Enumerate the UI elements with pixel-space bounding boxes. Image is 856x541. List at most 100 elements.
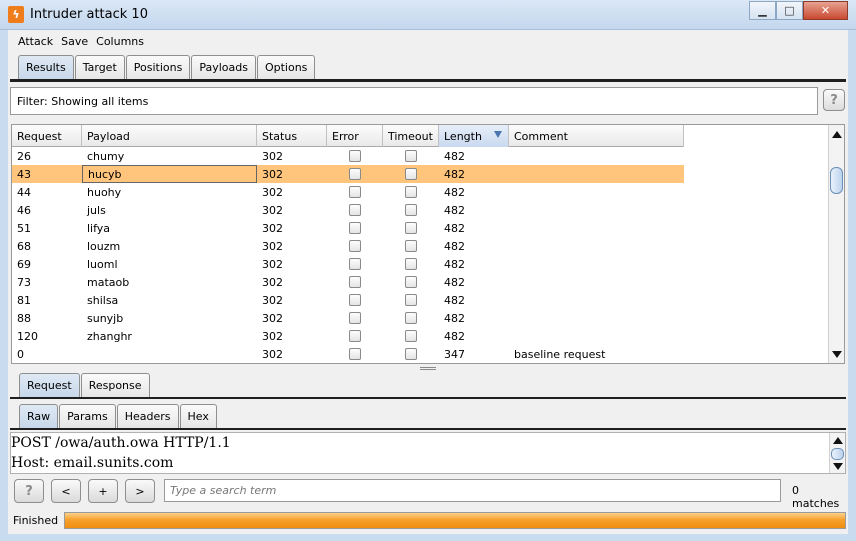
minimize-button[interactable]: ▁ [749, 1, 776, 20]
help-icon: ? [830, 92, 838, 108]
tab-target[interactable]: Target [74, 55, 125, 79]
timeout-checkbox[interactable] [405, 222, 417, 234]
cell-request: 51 [17, 221, 31, 235]
table-row[interactable]: 81 shilsa 302 482 [12, 291, 684, 309]
table-scrollbar[interactable] [828, 125, 844, 363]
close-button[interactable]: ✕ [803, 1, 848, 20]
column-timeout[interactable]: Timeout [383, 125, 439, 147]
cell-timeout [383, 309, 439, 327]
scroll-thumb[interactable] [831, 448, 844, 460]
cell-payload: zhanghr [87, 329, 132, 343]
tab-payloads[interactable]: Payloads [191, 55, 256, 79]
timeout-checkbox[interactable] [405, 348, 417, 360]
cell-payload: chumy [87, 149, 125, 163]
timeout-checkbox[interactable] [405, 240, 417, 252]
error-checkbox[interactable] [349, 276, 361, 288]
table-row[interactable]: 51 lifya 302 482 [12, 219, 684, 237]
search-previous-button[interactable]: < [51, 479, 81, 503]
menu-save[interactable]: Save [57, 35, 92, 48]
table-row[interactable]: 68 louzm 302 482 [12, 237, 684, 255]
filter-help-button[interactable]: ? [823, 89, 845, 111]
scroll-up-icon[interactable] [833, 437, 843, 444]
column-length[interactable]: Length [439, 125, 509, 147]
column-status[interactable]: Status [257, 125, 327, 147]
raw-request-editor[interactable]: POST /owa/auth.owa HTTP/1.1 Host: email.… [10, 432, 846, 474]
tab-results[interactable]: Results [18, 55, 74, 79]
table-row[interactable]: 26 chumy 302 482 [12, 147, 684, 165]
splitter-grip-icon[interactable] [420, 367, 436, 370]
error-checkbox[interactable] [349, 312, 361, 324]
column-error[interactable]: Error [327, 125, 383, 147]
minimize-icon: ▁ [758, 4, 767, 17]
timeout-checkbox[interactable] [405, 168, 417, 180]
error-checkbox[interactable] [349, 294, 361, 306]
pane-splitter[interactable] [8, 366, 848, 371]
cell-comment [509, 327, 684, 345]
cell-length: 482 [444, 311, 465, 325]
tab-positions[interactable]: Positions [125, 55, 191, 79]
tab-params[interactable]: Params [59, 404, 116, 428]
error-checkbox[interactable] [349, 348, 361, 360]
timeout-checkbox[interactable] [405, 204, 417, 216]
results-table[interactable]: Request Payload Status Error Timeout Len… [11, 124, 845, 364]
error-checkbox[interactable] [349, 222, 361, 234]
error-checkbox[interactable] [349, 258, 361, 270]
cell-payload: juls [87, 203, 106, 217]
table-row[interactable]: 0 302 347 baseline request [12, 345, 684, 363]
search-help-button[interactable]: ? [14, 479, 44, 503]
table-row[interactable]: 44 huohy 302 482 [12, 183, 684, 201]
error-checkbox[interactable] [349, 168, 361, 180]
editor-scrollbar[interactable] [829, 433, 845, 473]
tab-headers[interactable]: Headers [116, 404, 179, 428]
menu-columns[interactable]: Columns [92, 35, 148, 48]
cell-timeout [383, 183, 439, 201]
column-comment[interactable]: Comment [509, 125, 684, 147]
cell-comment [509, 201, 684, 219]
tab-raw[interactable]: Raw [19, 404, 59, 428]
column-request[interactable]: Request [12, 125, 82, 147]
cell-comment [509, 183, 684, 201]
search-next-button[interactable]: > [125, 479, 155, 503]
column-payload[interactable]: Payload [82, 125, 257, 147]
cell-timeout [383, 165, 439, 183]
tab-hex[interactable]: Hex [179, 404, 217, 428]
error-checkbox[interactable] [349, 204, 361, 216]
burp-lightning-icon: ϟ [8, 6, 24, 23]
maximize-button[interactable]: □ [776, 1, 803, 20]
error-checkbox[interactable] [349, 186, 361, 198]
scroll-down-icon[interactable] [832, 351, 842, 358]
table-row[interactable]: 88 sunyjb 302 482 [12, 309, 684, 327]
timeout-checkbox[interactable] [405, 258, 417, 270]
timeout-checkbox[interactable] [405, 150, 417, 162]
error-checkbox[interactable] [349, 330, 361, 342]
timeout-checkbox[interactable] [405, 276, 417, 288]
search-input[interactable] [164, 479, 781, 502]
detail-tabs: Request Response [19, 373, 151, 397]
table-row[interactable]: 69 luoml 302 482 [12, 255, 684, 273]
cell-status: 302 [262, 221, 283, 235]
timeout-checkbox[interactable] [405, 186, 417, 198]
scroll-down-icon[interactable] [833, 463, 843, 470]
timeout-checkbox[interactable] [405, 330, 417, 342]
scroll-thumb[interactable] [830, 167, 843, 194]
table-row[interactable]: 43 hucyb 302 482 [12, 165, 684, 183]
filter-bar[interactable]: Filter: Showing all items [10, 87, 818, 115]
table-row[interactable]: 73 mataob 302 482 [12, 273, 684, 291]
error-checkbox[interactable] [349, 240, 361, 252]
menu-attack[interactable]: Attack [14, 35, 57, 48]
cell-timeout [383, 255, 439, 273]
cell-status: 302 [262, 167, 283, 181]
tab-request[interactable]: Request [19, 373, 80, 397]
timeout-checkbox[interactable] [405, 294, 417, 306]
timeout-checkbox[interactable] [405, 312, 417, 324]
search-add-button[interactable]: + [88, 479, 118, 503]
tab-options[interactable]: Options [256, 55, 316, 79]
error-checkbox[interactable] [349, 150, 361, 162]
cell-length: 482 [444, 149, 465, 163]
tab-response[interactable]: Response [80, 373, 150, 397]
table-row[interactable]: 120 zhanghr 302 482 [12, 327, 684, 345]
table-body: 26 chumy 302 482 43 hucyb 302 482 44 huohy 302 482 4… [12, 147, 684, 363]
table-row[interactable]: 46 juls 302 482 [12, 201, 684, 219]
cell-status: 302 [262, 311, 283, 325]
scroll-up-icon[interactable] [832, 131, 842, 138]
